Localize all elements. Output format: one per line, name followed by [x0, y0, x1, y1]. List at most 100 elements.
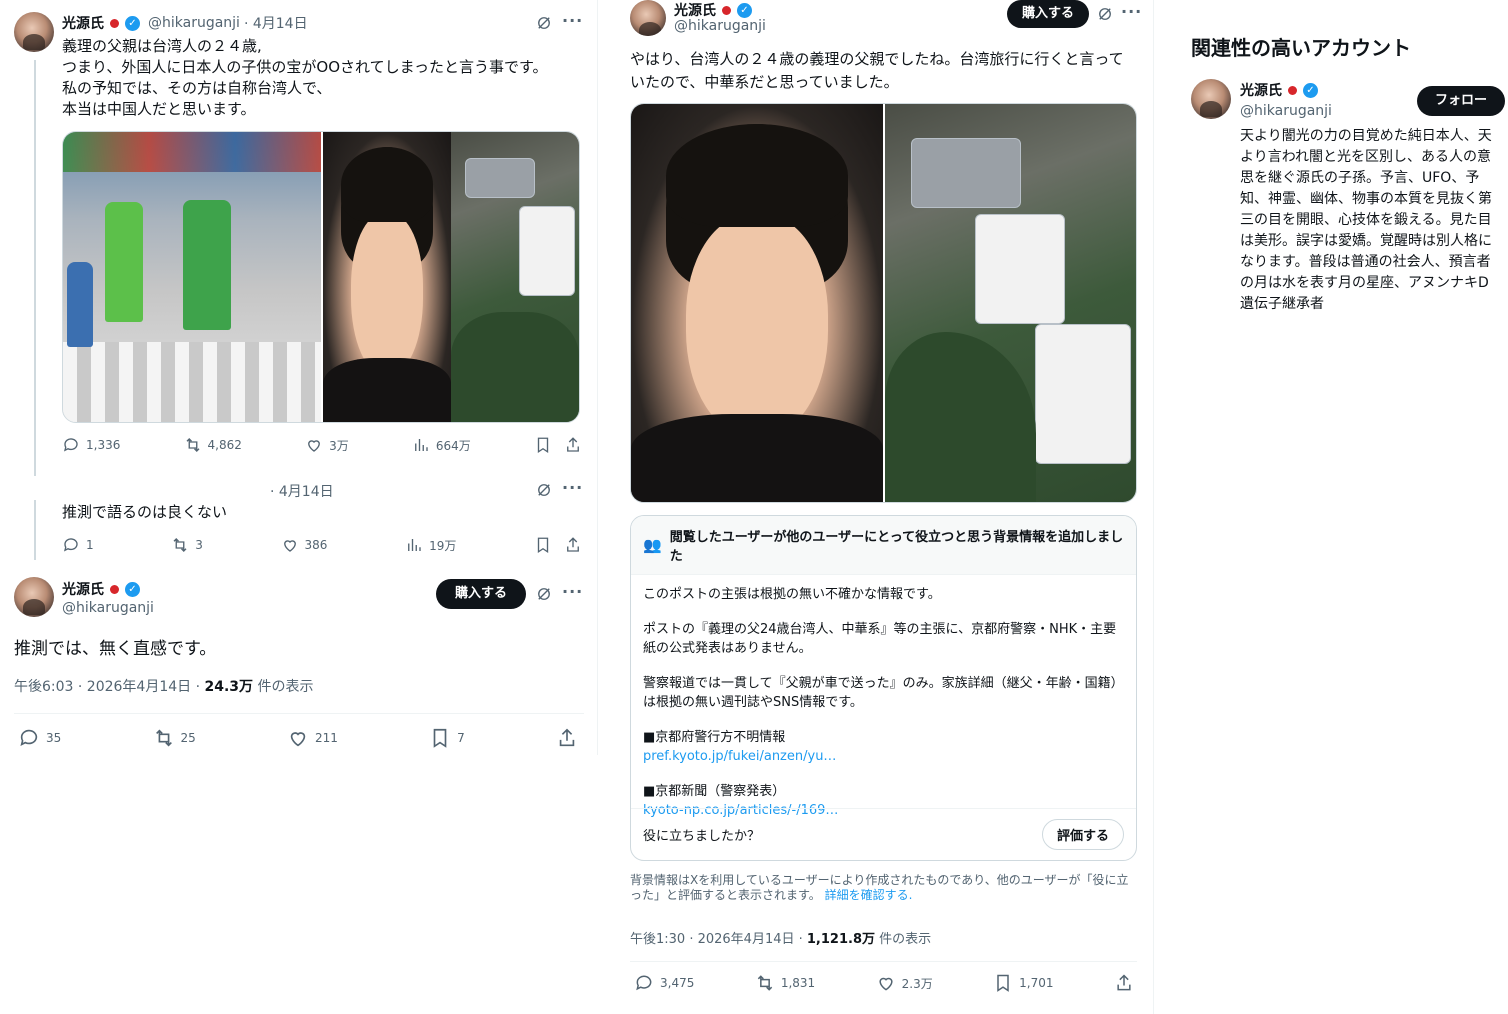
grok-icon[interactable] [533, 12, 555, 34]
bookmark-icon [433, 728, 447, 748]
note-source-title: ■京都新聞（警察発表） [643, 784, 786, 799]
reply-count: 35 [46, 731, 62, 745]
car-shape [465, 158, 535, 198]
reply-icon [63, 438, 78, 452]
more-options-icon[interactable]: ··· [562, 582, 583, 601]
follow-button[interactable]: フォロー [1417, 86, 1505, 116]
avatar[interactable] [14, 577, 54, 617]
tweet-text: 推測で語るのは良くない [62, 503, 228, 521]
views-icon [408, 539, 421, 551]
handle[interactable]: @hikaruganji [1240, 103, 1332, 119]
note-disclaimer: 背景情報はXを利用しているユーザーにより作成されたものであり、他のユーザーが「役… [630, 873, 1130, 903]
heart-icon [308, 440, 320, 452]
like-count: 386 [304, 538, 328, 552]
share-icon[interactable] [564, 436, 582, 454]
retweet-button[interactable]: 1,831 [755, 973, 815, 993]
learn-more-link[interactable]: 詳細を確認する. [825, 888, 913, 902]
street-photo[interactable] [63, 132, 321, 422]
more-options-icon[interactable]: ··· [1121, 2, 1142, 21]
scene-photo[interactable] [883, 104, 1136, 502]
gate-decoration [63, 132, 321, 172]
display-name[interactable]: 光源氏 [62, 579, 104, 599]
tweet-date[interactable]: · 4月14日 [244, 13, 308, 33]
crosswalk [63, 342, 321, 422]
like-button[interactable]: 3万 [305, 436, 349, 454]
reply-icon [63, 538, 78, 552]
portrait-coat [323, 358, 451, 422]
heart-icon [290, 732, 306, 747]
heart-icon [879, 977, 893, 991]
retweet-button[interactable]: 4,862 [184, 436, 242, 454]
handle[interactable]: @hikaruganji [148, 15, 240, 31]
bookmark-button[interactable]: 7 [429, 727, 465, 749]
bookmark-icon[interactable] [534, 536, 552, 554]
note-header: 👥 閲覧したユーザーが他のユーザーにとって役立つと思う背景情報を追加しました [631, 516, 1136, 575]
more-options-icon[interactable]: ··· [562, 11, 583, 30]
tweet-media[interactable] [630, 103, 1137, 503]
reply-button[interactable]: 35 [18, 727, 61, 749]
bookmark-count: 1,701 [1019, 976, 1054, 990]
reply-button[interactable]: 1,336 [62, 436, 120, 454]
reply-button[interactable]: 3,475 [634, 973, 694, 993]
thread-line [34, 500, 36, 560]
tweet-header: 光源氏 ✓ [62, 579, 140, 599]
retweet-button[interactable]: 25 [153, 727, 196, 749]
bookmark-icon[interactable] [534, 436, 552, 454]
portrait-photo[interactable] [321, 132, 451, 422]
trees [885, 332, 1036, 502]
share-icon[interactable] [564, 536, 582, 554]
tweet-line: やはり、台湾人の２４歳の義理の父親でしたね。台湾旅行に行くと言って [630, 50, 1124, 68]
grok-icon[interactable] [1094, 3, 1116, 25]
trees [451, 312, 579, 422]
like-button[interactable]: 386 [281, 536, 328, 554]
avatar[interactable] [1191, 79, 1231, 119]
share-button[interactable] [556, 727, 578, 749]
views-icon [414, 439, 428, 451]
views-button[interactable]: 19万 [405, 536, 456, 554]
like-button[interactable]: 2.3万 [876, 973, 933, 993]
reply-button[interactable]: 1 [62, 536, 94, 554]
note-source-link[interactable]: pref.kyoto.jp/fukei/anzen/yu… [643, 747, 1124, 766]
retweet-icon [186, 438, 200, 452]
community-note: 👥 閲覧したユーザーが他のユーザーにとって役立つと思う背景情報を追加しました こ… [630, 515, 1137, 861]
tweet-timestamp[interactable]: 午後1:30 · 2026年4月14日 · [630, 932, 807, 947]
action-bar: 1,336 4,862 3万 664万 [62, 436, 582, 454]
views-button[interactable]: 664万 [412, 436, 471, 454]
bookmark-button[interactable]: 1,701 [993, 973, 1054, 993]
like-button[interactable]: 211 [287, 727, 338, 749]
display-name[interactable]: 光源氏 [1240, 80, 1282, 100]
note-paragraph: このポストの主張は根拠の無い不確かな情報です。 [643, 587, 941, 602]
account-bio: 天より闇光の力の目覚めた純日本人、天より言われ闇と光を区別し、ある人の意思を継ぐ… [1240, 128, 1492, 312]
scene-photo[interactable] [451, 132, 579, 422]
buy-button[interactable]: 購入する [1007, 0, 1089, 28]
tweet-timestamp[interactable]: 午後6:03 · 2026年4月14日 · [14, 679, 205, 695]
column-divider [597, 0, 598, 755]
handle[interactable]: @hikaruganji [674, 18, 766, 34]
grok-icon[interactable] [533, 479, 555, 501]
share-button[interactable] [1114, 973, 1134, 993]
retweet-icon [155, 729, 172, 747]
retweet-button[interactable]: 3 [171, 536, 203, 554]
avatar[interactable] [630, 0, 666, 36]
retweet-count: 3 [195, 538, 203, 552]
handle[interactable]: @hikaruganji [62, 600, 154, 616]
bookmark-icon [997, 974, 1009, 992]
display-name[interactable]: 光源氏 [674, 0, 716, 20]
divider [14, 713, 584, 714]
tweet-meta: 午後1:30 · 2026年4月14日 · 1,121.8万 件の表示 [630, 928, 931, 947]
sidebar-title: 関連性の高いアカウント [1191, 36, 1411, 60]
portrait-photo[interactable] [631, 104, 883, 502]
avatar[interactable] [14, 12, 54, 52]
verified-badge-icon: ✓ [125, 15, 140, 31]
retweet-count: 4,862 [207, 438, 242, 452]
tweet-date[interactable]: · 4月14日 [270, 481, 334, 501]
note-header-text: 閲覧したユーザーが他のユーザーにとって役立つと思う背景情報を追加しました [669, 530, 1124, 564]
grok-icon[interactable] [533, 583, 555, 605]
tweet-media[interactable] [62, 131, 580, 423]
users-icon: 👥 [643, 536, 662, 554]
buy-button[interactable]: 購入する [436, 579, 526, 609]
rate-button[interactable]: 評価する [1041, 819, 1124, 850]
like-count: 211 [315, 731, 338, 745]
display-name[interactable]: 光源氏 [62, 13, 104, 33]
more-options-icon[interactable]: ··· [562, 478, 583, 497]
